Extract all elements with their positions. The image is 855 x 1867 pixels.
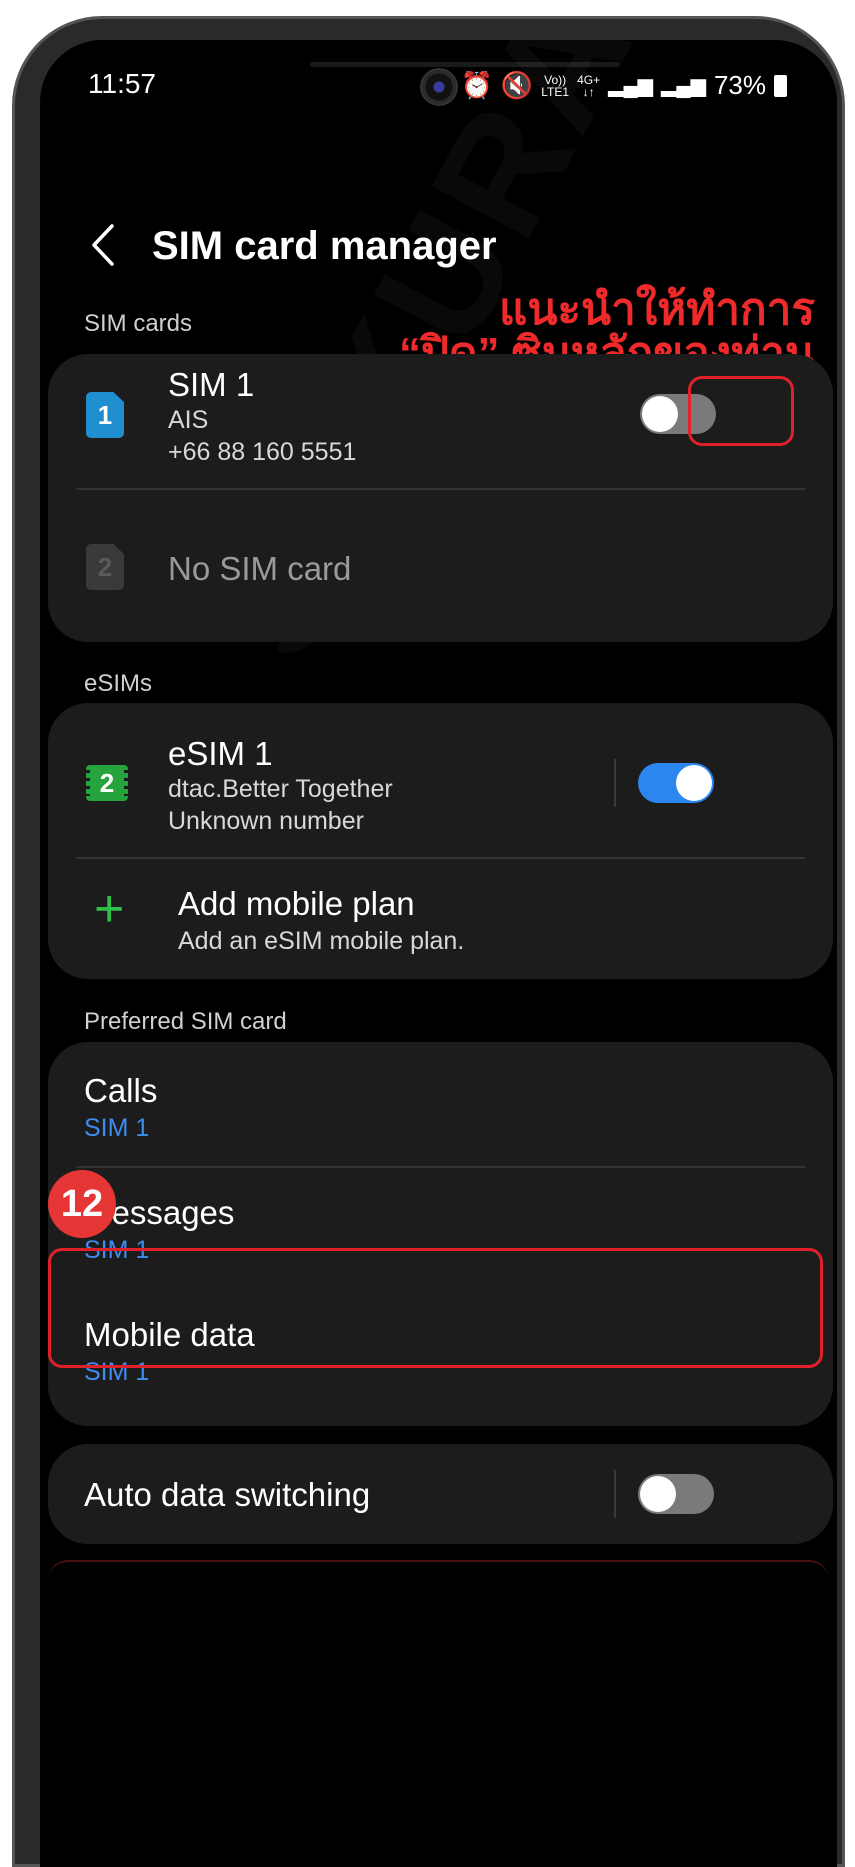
status-icons: ⏰ 🔇 Vo)) LTE1 4G+ ↓↑ ▂▄▆ ▂▄▆ 73%: [461, 70, 787, 101]
section-label-esims: eSIMs: [84, 670, 153, 697]
auto-switch-toggle[interactable]: [638, 1474, 714, 1514]
highlight-sim1-toggle: [688, 376, 794, 446]
auto-switch-title[interactable]: Auto data switching: [84, 1476, 370, 1514]
battery-percent: 73%: [713, 70, 766, 100]
status-bar: 11:57 ⏰ 🔇 Vo)) LTE1 4G+ ↓↑ ▂▄▆ ▂▄▆ 73%: [40, 40, 837, 120]
sim2-title: No SIM card: [168, 550, 352, 587]
sim-card-icon: 2: [86, 544, 124, 590]
plus-icon: +: [94, 880, 125, 938]
app-header: SIM card manager: [40, 210, 837, 290]
esim1-toggle[interactable]: [638, 763, 714, 803]
section-label-preferred: Preferred SIM card: [84, 1008, 287, 1035]
esim1-number: Unknown number: [168, 807, 364, 835]
front-camera: [420, 68, 458, 106]
sim1-title: SIM 1: [168, 366, 255, 403]
divider: [76, 857, 805, 859]
status-time: 11:57: [88, 68, 156, 99]
network-type-icon: 4G+ ↓↑: [577, 72, 601, 99]
toggle-knob: [642, 396, 678, 432]
signal-icon-1: ▂▄▆: [608, 75, 654, 97]
esims-card: 2 eSIM 1 dtac.Better Together Unknown nu…: [48, 703, 833, 979]
volte-icon: Vo)) LTE1: [541, 72, 570, 99]
annotation-line-1: แนะนำให้ทำการ: [498, 285, 815, 334]
signal-icon-2: ▂▄▆: [661, 75, 706, 97]
toggle-knob: [676, 765, 712, 801]
alarm-icon: ⏰: [460, 70, 493, 100]
back-button[interactable]: [88, 222, 128, 272]
divider: [76, 488, 805, 490]
calls-value: SIM 1: [84, 1114, 150, 1142]
vertical-separator: [614, 1470, 616, 1518]
esim-icon: 2: [86, 765, 128, 801]
esim1-title: eSIM 1: [168, 735, 273, 772]
calls-title: Calls: [84, 1072, 158, 1109]
page-title: SIM card manager: [152, 224, 497, 268]
esim1-carrier: dtac.Better Together: [168, 775, 393, 803]
vertical-separator: [614, 759, 616, 807]
highlight-mobile-data: [48, 1248, 823, 1368]
preferred-card: Calls SIM 1 Messages SIM 1 Mobile data S…: [48, 1042, 833, 1426]
mute-icon: 🔇: [500, 70, 534, 100]
bottom-edge: [48, 1560, 829, 1580]
phone-screen: SAKURAISIM 11:57 ⏰ 🔇 Vo))LTE1 4G+↓↑ ▂▄▆ …: [40, 40, 837, 1867]
step-badge: 12: [48, 1170, 116, 1238]
sim1-phone: +66 88 160 5551: [168, 438, 357, 466]
section-label-sim-cards: SIM cards: [84, 310, 193, 337]
auto-switch-card: Auto data switching: [48, 1444, 833, 1544]
divider: [76, 1166, 805, 1168]
sim1-carrier: AIS: [168, 406, 209, 434]
chevron-left-icon: [92, 224, 114, 266]
toggle-knob: [640, 1476, 676, 1512]
add-plan-title: Add mobile plan: [178, 885, 415, 922]
sim-card-icon: 1: [86, 392, 124, 438]
battery-icon: [774, 74, 787, 97]
add-plan-subtitle: Add an eSIM mobile plan.: [178, 927, 465, 955]
